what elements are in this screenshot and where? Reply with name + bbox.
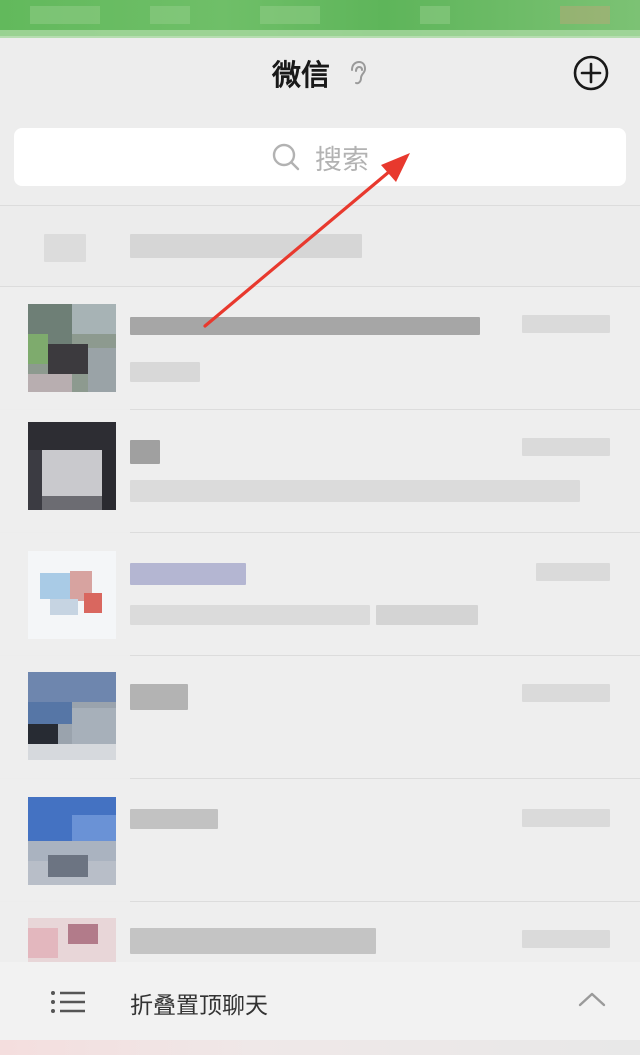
blurred-message — [130, 362, 200, 382]
list-icon — [51, 991, 85, 1013]
blurred-message — [376, 605, 478, 625]
blurred-icon — [44, 234, 86, 262]
blurred-time — [522, 930, 610, 948]
blurred-time — [522, 809, 610, 827]
avatar — [28, 551, 116, 639]
avatar — [28, 918, 116, 962]
search-input[interactable]: 搜索 — [14, 128, 626, 186]
avatar — [28, 304, 116, 392]
blurred-name — [130, 684, 188, 710]
fold-label: 折叠置顶聊天 — [130, 993, 268, 1019]
table-row[interactable] — [0, 656, 640, 778]
table-row[interactable] — [0, 902, 640, 962]
table-row[interactable] — [0, 287, 640, 409]
table-row[interactable] — [0, 410, 640, 532]
table-row[interactable] — [0, 779, 640, 901]
page-title: 微信 — [271, 58, 330, 92]
blurred-name — [130, 317, 480, 335]
blurred-time — [522, 684, 610, 702]
nav-title: 微信 — [0, 52, 640, 94]
avatar — [28, 422, 116, 510]
search-placeholder: 搜索 — [315, 144, 369, 176]
blurred-name — [130, 809, 218, 829]
blurred-message — [130, 480, 580, 502]
avatar — [28, 672, 116, 760]
plus-circle-icon[interactable] — [573, 55, 609, 91]
blurred-message — [130, 605, 370, 625]
fold-pinned-chats-bar[interactable]: 折叠置顶聊天 — [0, 962, 640, 1040]
list-item[interactable] — [0, 206, 640, 286]
blurred-time — [522, 438, 610, 456]
blurred-name — [130, 928, 376, 954]
bottom-edge — [0, 1040, 640, 1055]
blurred-time — [536, 563, 610, 581]
status-bar-edge — [0, 30, 640, 38]
table-row[interactable] — [0, 533, 640, 655]
blurred-name — [130, 563, 246, 585]
search-icon — [272, 143, 300, 171]
avatar — [28, 797, 116, 885]
blurred-text — [130, 234, 362, 258]
blurred-name — [130, 440, 160, 464]
blurred-time — [522, 315, 610, 333]
chevron-up-icon[interactable] — [578, 990, 606, 1008]
ear-icon — [351, 60, 367, 85]
